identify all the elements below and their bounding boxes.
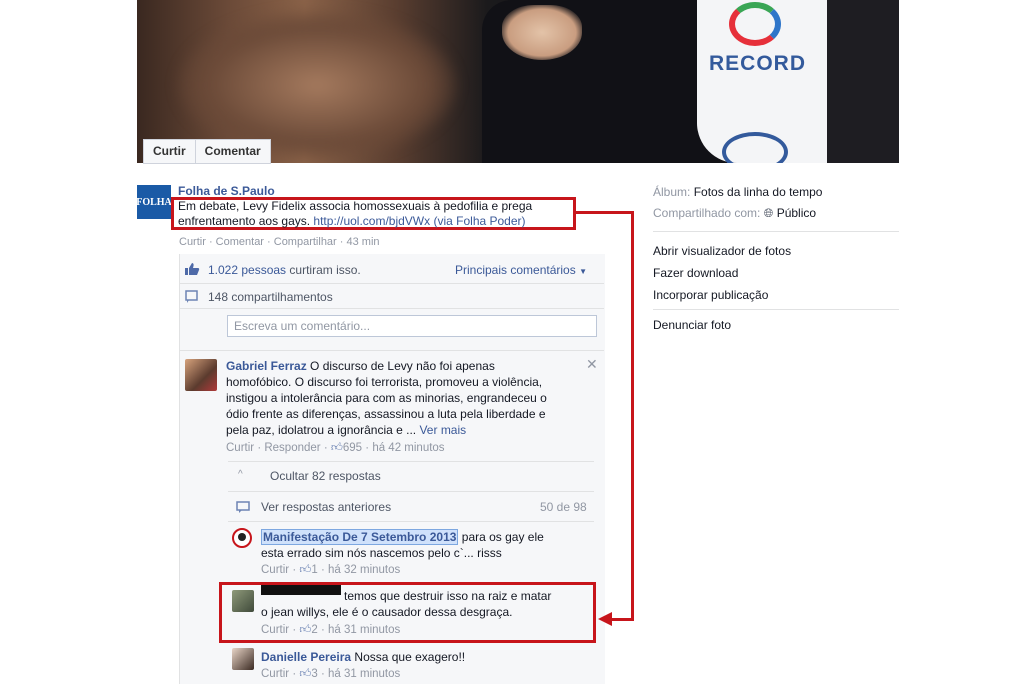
share-icon <box>185 290 198 303</box>
avatar[interactable] <box>232 648 254 670</box>
reply-like-link[interactable]: Curtir <box>261 624 289 636</box>
divider <box>179 283 604 284</box>
likes-suffix: curtiram isso. <box>289 263 361 277</box>
privacy-value[interactable]: Público <box>777 206 816 220</box>
annotation-arrow-top <box>576 211 634 214</box>
photo-like-button[interactable]: Curtir <box>143 139 196 164</box>
comment-time: há 42 minutos <box>372 442 445 454</box>
post-text-line2: enfrentamento aos gays. <box>178 214 314 228</box>
comment-input[interactable]: Escreva um comentário... <box>227 315 597 337</box>
annotation-arrow-bottom <box>610 618 634 621</box>
thumbs-up-icon <box>185 263 200 275</box>
reply-meta: Curtir · 👍︎3 · há 31 minutos <box>261 668 401 680</box>
thumbs-up-icon: 👍︎ <box>330 442 343 454</box>
post-time[interactable]: 43 min <box>347 236 380 248</box>
photo-hands <box>502 5 582 60</box>
arrow-head-icon <box>598 612 612 626</box>
reply-meta: Curtir · 👍︎1 · há 32 minutos <box>261 564 401 576</box>
post-comment-link[interactable]: Comentar <box>216 236 264 248</box>
divider <box>228 521 594 522</box>
globe-icon: 🌐︎ <box>763 206 774 220</box>
previous-replies-link[interactable]: Ver respostas anteriores <box>261 500 391 514</box>
post-text-line1: Em debate, Levy Fidelix associa homossex… <box>178 199 533 213</box>
reply-body-line2: o jean willys, ele é o causador dessa de… <box>261 605 513 619</box>
post-link[interactable]: http://uol.com/bjdVWx <box>313 214 430 228</box>
thumbs-up-icon: 👍︎ <box>299 668 312 680</box>
record-logo-icon <box>729 2 781 46</box>
post-via-link[interactable]: (via Folha Poder) <box>430 214 525 228</box>
comment-likes[interactable]: 695 <box>343 442 362 454</box>
divider <box>228 491 594 492</box>
chevron-up-icon: ^ <box>238 469 243 480</box>
avatar[interactable] <box>232 590 254 612</box>
comment-reply-link[interactable]: Responder <box>264 442 320 454</box>
comment-meta: Curtir · Responder · 👍︎695 · há 42 minut… <box>226 442 445 454</box>
embed-post-link[interactable]: Incorporar publicação <box>653 288 768 302</box>
post-author[interactable]: Folha de S.Paulo <box>178 184 275 198</box>
reply-body: Manifestação De 7 Setembro 2013 para os … <box>261 529 544 560</box>
report-photo-link[interactable]: Denunciar foto <box>653 318 731 332</box>
divider <box>179 308 604 309</box>
likes-summary: 1.022 pessoas curtiram isso. <box>208 263 361 277</box>
annotation-arrow-vertical <box>631 211 634 621</box>
reply-likes[interactable]: 1 <box>311 564 317 576</box>
reply-time: há 31 minutos <box>328 668 401 680</box>
comment-bubble-icon <box>236 501 250 513</box>
photo-comment-button[interactable]: Comentar <box>195 139 271 164</box>
album-row: Álbum: Fotos da linha do tempo <box>653 185 823 199</box>
reply-like-link[interactable]: Curtir <box>261 564 289 576</box>
hide-replies-link[interactable]: Ocultar 82 respostas <box>270 469 381 483</box>
download-link[interactable]: Fazer download <box>653 266 738 280</box>
post-like-link[interactable]: Curtir <box>179 236 206 248</box>
avatar[interactable] <box>185 359 217 391</box>
photo-actions: Curtir Comentar <box>143 139 271 164</box>
record-watermark: RECORD <box>709 52 807 75</box>
replies-count: 50 de 98 <box>540 500 587 514</box>
divider <box>228 461 594 462</box>
avatar-graphic <box>238 533 246 541</box>
likes-count-link[interactable]: 1.022 pessoas <box>208 263 286 277</box>
album-link[interactable]: Fotos da linha do tempo <box>694 185 823 199</box>
reply-time: há 32 minutos <box>328 564 401 576</box>
photo-blur-region <box>177 10 457 160</box>
redacted-author <box>261 585 341 595</box>
thumbs-up-icon: 👍︎ <box>299 564 312 576</box>
chevron-down-icon: ▼ <box>579 267 587 276</box>
reply-meta: Curtir · 👍︎2 · há 31 minutos <box>261 624 401 636</box>
sort-label: Principais comentários <box>455 263 576 277</box>
reply-author[interactable]: Danielle Pereira <box>261 650 351 664</box>
divider <box>653 309 899 310</box>
reply-time: há 31 minutos <box>328 624 401 636</box>
reply-like-link[interactable]: Curtir <box>261 668 289 680</box>
divider <box>179 350 604 351</box>
page-avatar[interactable]: FOLHA <box>136 185 172 219</box>
post-share-link[interactable]: Compartilhar <box>274 236 337 248</box>
privacy-row: Compartilhado com: 🌐︎ Público <box>653 206 817 220</box>
reply-author[interactable]: Manifestação De 7 Setembro 2013 <box>261 529 459 545</box>
thumbs-up-icon: 👍︎ <box>299 624 312 636</box>
photo-person <box>827 0 899 163</box>
avatar[interactable] <box>232 528 252 548</box>
divider <box>653 231 899 232</box>
post-text: Em debate, Levy Fidelix associa homossex… <box>178 199 578 229</box>
reply-likes[interactable]: 3 <box>311 668 317 680</box>
see-more-link[interactable]: Ver mais <box>419 423 466 437</box>
comment-sort-dropdown[interactable]: Principais comentários ▼ <box>455 263 587 277</box>
reply-body: temos que destruir isso na raiz e matar <box>344 589 552 603</box>
comment-like-link[interactable]: Curtir <box>226 442 254 454</box>
shares-count[interactable]: 148 compartilhamentos <box>208 290 333 304</box>
comment-author[interactable]: Gabriel Ferraz <box>226 359 307 373</box>
reply-body: Danielle Pereira Nossa que exagero!! <box>261 650 466 664</box>
open-photo-viewer-link[interactable]: Abrir visualizador de fotos <box>653 244 791 258</box>
post-actions: Curtir · Comentar · Compartilhar · 43 mi… <box>179 236 380 248</box>
reply-likes[interactable]: 2 <box>311 624 317 636</box>
comment-body: Gabriel Ferraz O discurso de Levy não fo… <box>226 359 547 437</box>
